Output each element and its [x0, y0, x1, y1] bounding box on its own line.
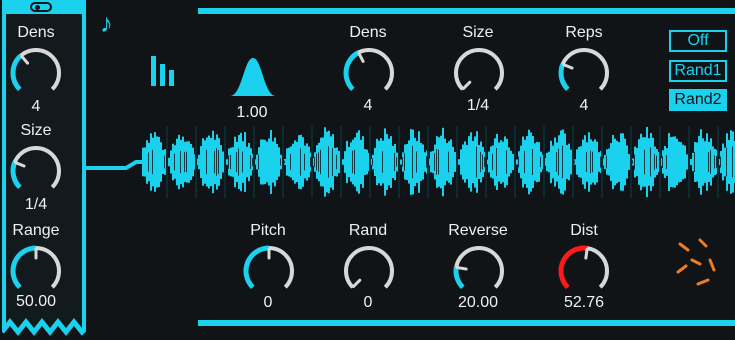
reps-knob[interactable]	[557, 46, 611, 100]
toggle-switch-icon[interactable]	[30, 2, 52, 12]
rand-knob[interactable]	[342, 244, 396, 298]
left-knob-label-range: Range	[12, 222, 60, 239]
bell-curve-icon[interactable]	[228, 52, 278, 98]
mode-rand1-button[interactable]: Rand1	[669, 60, 727, 82]
mode-off-button[interactable]: Off	[669, 30, 727, 52]
left-knob-label-size: Size	[20, 122, 52, 139]
bottom-knob-value-dist: 52.76	[563, 294, 605, 311]
top-knob-value-dens: 4	[363, 97, 373, 114]
waveform-display[interactable]	[140, 122, 735, 202]
envelope-value: 1.00	[236, 104, 268, 121]
bottom-knob-label-dist: Dist	[570, 222, 598, 239]
left-panel-header	[2, 0, 86, 14]
dens-knob[interactable]	[342, 46, 396, 100]
left-dens-knob[interactable]	[9, 46, 63, 100]
bottom-knob-label-pitch: Pitch	[250, 222, 286, 239]
size-knob[interactable]	[452, 46, 506, 100]
left-knob-value-dens: 4	[31, 98, 41, 115]
randomize-icon[interactable]	[674, 238, 720, 294]
top-knob-label-size: Size	[462, 24, 494, 41]
bottom-knob-value-reverse: 20.00	[457, 294, 499, 311]
left-size-knob[interactable]	[9, 144, 63, 198]
bottom-knob-value-pitch: 0	[263, 294, 273, 311]
music-note-icon[interactable]: ♪	[100, 8, 113, 39]
bar-levels-icon[interactable]	[150, 54, 182, 88]
top-rule	[198, 8, 735, 14]
left-knob-label-dens: Dens	[17, 24, 55, 41]
top-knob-value-reps: 4	[579, 97, 589, 114]
reverse-knob[interactable]	[452, 244, 506, 298]
top-knob-value-size: 1/4	[466, 97, 490, 114]
left-knob-value-range: 50.00	[15, 293, 57, 310]
dist-knob[interactable]	[557, 244, 611, 298]
bottom-knob-value-rand: 0	[363, 294, 373, 311]
zigzag-border	[2, 310, 86, 337]
top-knob-label-reps: Reps	[565, 24, 603, 41]
bottom-knob-label-reverse: Reverse	[448, 222, 508, 239]
left-knob-value-size: 1/4	[24, 196, 48, 213]
left-range-knob[interactable]	[9, 244, 63, 298]
mode-rand2-button[interactable]: Rand2	[669, 89, 727, 111]
bottom-knob-label-rand: Rand	[348, 222, 388, 239]
bottom-rule	[198, 320, 735, 326]
top-knob-label-dens: Dens	[349, 24, 387, 41]
pitch-knob[interactable]	[242, 244, 296, 298]
